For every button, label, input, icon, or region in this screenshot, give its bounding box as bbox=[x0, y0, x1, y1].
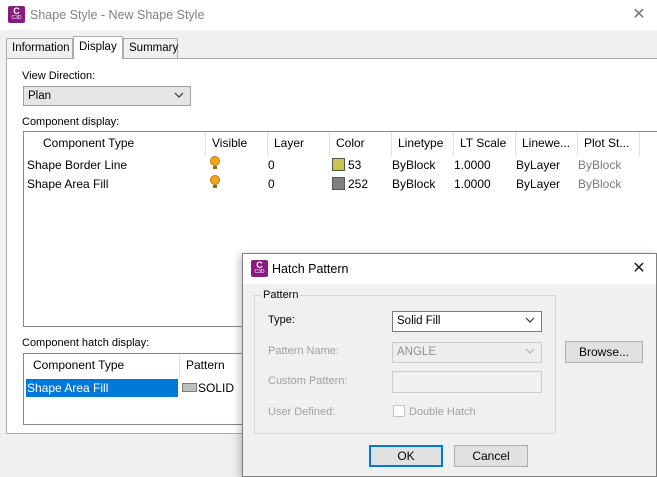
civil3d-app-icon: C C3D bbox=[251, 260, 268, 277]
row-shape-border-line-layer[interactable]: 0 bbox=[268, 156, 275, 174]
col-color[interactable]: Color bbox=[330, 132, 392, 156]
window-title: Shape Style - New Shape Style bbox=[30, 8, 205, 22]
hatch-col-component-type[interactable]: Component Type bbox=[24, 354, 180, 378]
color-swatch bbox=[332, 177, 345, 190]
tab-summary[interactable]: Summary bbox=[123, 38, 178, 58]
col-component-type[interactable]: Component Type bbox=[24, 132, 206, 156]
row-shape-area-fill-plot-style[interactable]: ByBlock bbox=[578, 175, 621, 193]
col-lineweight[interactable]: Linewe... bbox=[516, 132, 578, 156]
hatch-row-pattern[interactable]: SOLID bbox=[182, 379, 234, 397]
row-shape-area-fill-lineweight[interactable]: ByLayer bbox=[516, 175, 560, 193]
type-value: Solid Fill bbox=[397, 315, 441, 327]
hatch-row-shape-area-fill[interactable]: Shape Area Fill bbox=[26, 379, 178, 397]
component-display-label: Component display: bbox=[22, 116, 120, 128]
row-shape-border-line-type[interactable]: Shape Border Line bbox=[27, 156, 127, 174]
chevron-down-icon bbox=[525, 317, 535, 323]
lightbulb-on-icon[interactable] bbox=[210, 156, 220, 174]
lightbulb-on-icon[interactable] bbox=[210, 175, 220, 193]
window-titlebar: C C3D Shape Style - New Shape Style ✕ bbox=[0, 0, 657, 30]
type-select[interactable]: Solid Fill bbox=[392, 311, 542, 332]
window-close-icon[interactable]: ✕ bbox=[628, 4, 650, 26]
type-label: Type: bbox=[268, 314, 295, 326]
double-hatch-label: Double Hatch bbox=[409, 406, 476, 418]
tab-information[interactable]: Information bbox=[6, 38, 73, 58]
custom-pattern-label: Custom Pattern: bbox=[268, 375, 348, 387]
civil3d-app-icon: C C3D bbox=[8, 6, 25, 23]
browse-button[interactable]: Browse... bbox=[565, 341, 643, 363]
col-linetype[interactable]: Linetype bbox=[392, 132, 454, 156]
row-shape-border-line-plot-style[interactable]: ByBlock bbox=[578, 156, 621, 174]
color-swatch bbox=[332, 158, 345, 171]
dialog-titlebar: C C3D Hatch Pattern ✕ bbox=[243, 254, 656, 284]
pattern-name-select: ANGLE bbox=[392, 342, 542, 363]
row-shape-border-line-linetype[interactable]: ByBlock bbox=[392, 156, 435, 174]
tab-display[interactable]: Display bbox=[73, 36, 123, 59]
pattern-name-value: ANGLE bbox=[397, 346, 436, 358]
col-plot-style[interactable]: Plot St... bbox=[578, 132, 640, 156]
row-shape-border-line-lt-scale[interactable]: 1.0000 bbox=[454, 156, 491, 174]
ok-button[interactable]: OK bbox=[369, 445, 443, 467]
dialog-title: Hatch Pattern bbox=[272, 262, 349, 276]
row-shape-area-fill-lt-scale[interactable]: 1.0000 bbox=[454, 175, 491, 193]
custom-pattern-input bbox=[392, 371, 542, 393]
chevron-down-icon bbox=[525, 348, 535, 354]
dialog-close-icon[interactable]: ✕ bbox=[628, 258, 650, 280]
user-defined-label: User Defined: bbox=[268, 406, 336, 418]
hatch-pattern-dialog: C C3D Hatch Pattern ✕ Pattern Type: Solid… bbox=[242, 253, 657, 477]
row-shape-area-fill-color[interactable]: 252 bbox=[332, 175, 368, 193]
view-direction-label: View Direction: bbox=[22, 70, 96, 82]
pattern-name-label: Pattern Name: bbox=[268, 345, 339, 357]
view-direction-value: Plan bbox=[28, 90, 52, 102]
row-shape-area-fill-linetype[interactable]: ByBlock bbox=[392, 175, 435, 193]
row-shape-area-fill-layer[interactable]: 0 bbox=[268, 175, 275, 193]
row-shape-border-line-color[interactable]: 53 bbox=[332, 156, 361, 174]
pattern-group-label: Pattern bbox=[261, 289, 301, 301]
solid-pattern-swatch bbox=[182, 383, 197, 392]
double-hatch-checkbox bbox=[393, 405, 405, 417]
component-hatch-label: Component hatch display: bbox=[22, 337, 150, 349]
col-layer[interactable]: Layer bbox=[268, 132, 330, 156]
col-visible[interactable]: Visible bbox=[206, 132, 268, 156]
view-direction-select[interactable]: Plan bbox=[23, 86, 191, 106]
chevron-down-icon bbox=[174, 92, 184, 98]
row-shape-area-fill-type[interactable]: Shape Area Fill bbox=[27, 175, 108, 193]
col-lt-scale[interactable]: LT Scale bbox=[454, 132, 516, 156]
row-shape-border-line-lineweight[interactable]: ByLayer bbox=[516, 156, 560, 174]
pattern-groupbox: Pattern Type: Solid Fill Pattern Name: A… bbox=[254, 289, 556, 434]
cancel-button[interactable]: Cancel bbox=[454, 445, 528, 467]
